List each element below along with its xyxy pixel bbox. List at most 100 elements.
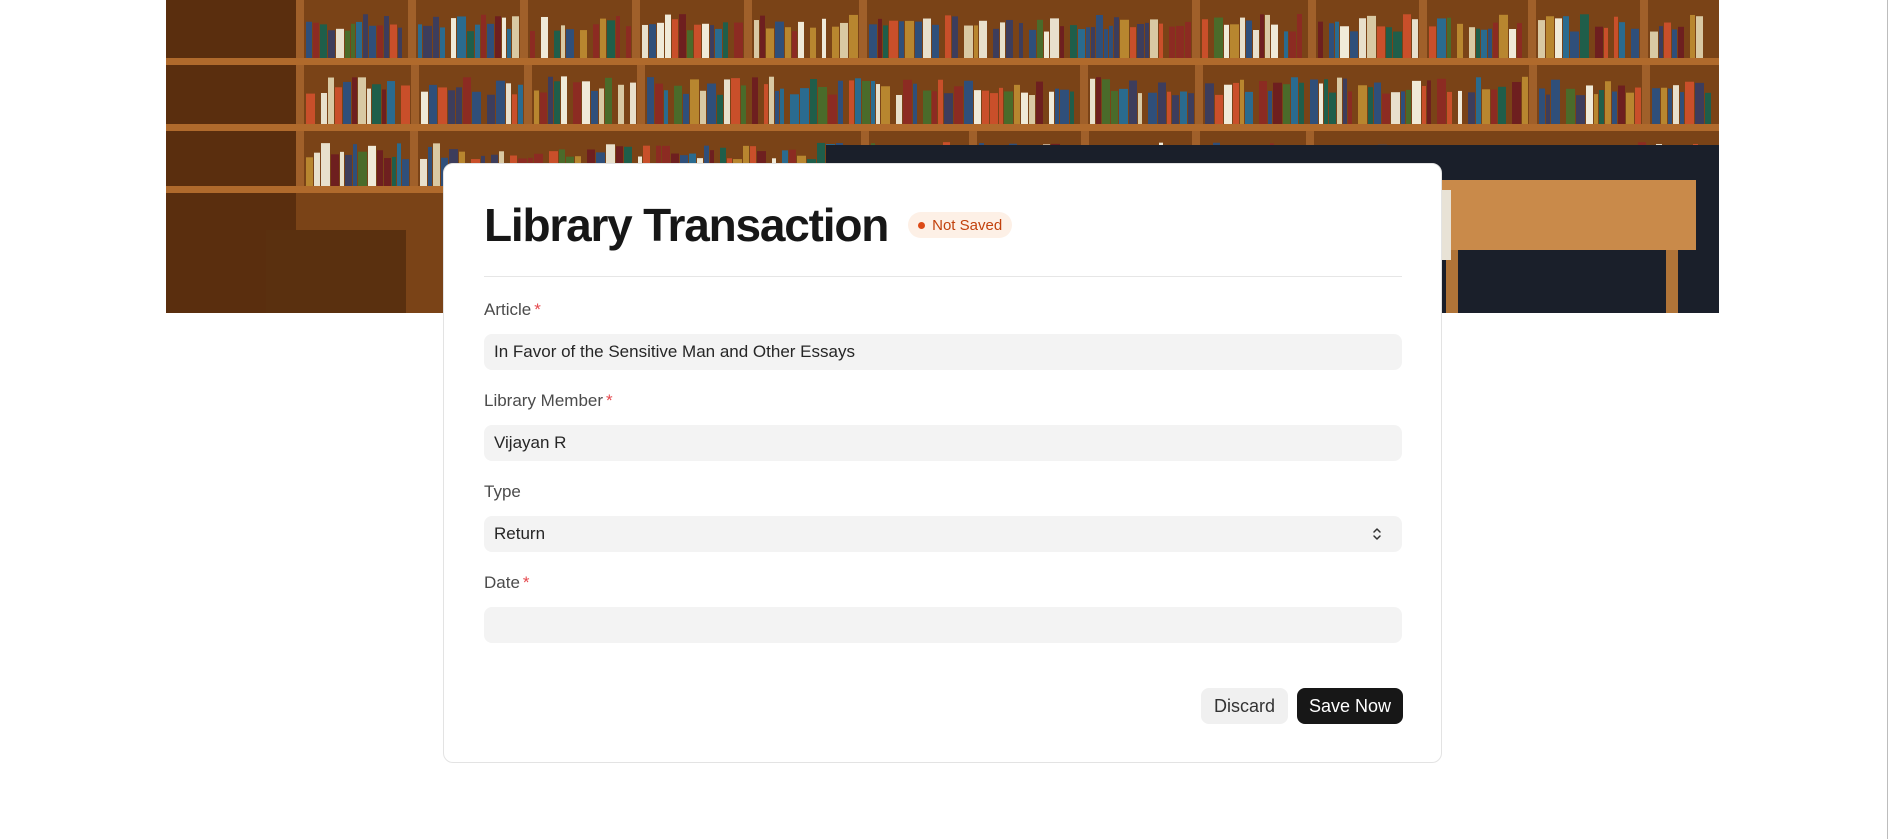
banner-book bbox=[1091, 27, 1095, 58]
type-select[interactable]: Return bbox=[484, 516, 1402, 552]
banner-divider bbox=[524, 62, 532, 128]
banner-shelf-board bbox=[166, 58, 1719, 65]
banner-book bbox=[717, 94, 723, 124]
banner-book bbox=[313, 22, 319, 58]
banner-book bbox=[1539, 88, 1545, 124]
banner-book bbox=[945, 15, 951, 58]
banner-book bbox=[418, 24, 422, 59]
banner-book bbox=[1188, 93, 1194, 124]
banner-book bbox=[1391, 92, 1400, 124]
article-input[interactable]: In Favor of the Sensitive Man and Other … bbox=[484, 334, 1402, 370]
banner-book bbox=[923, 18, 931, 58]
page-title: Library Transaction bbox=[484, 199, 889, 251]
banner-book bbox=[944, 93, 953, 124]
banner-book bbox=[1491, 89, 1497, 124]
library-member-input[interactable]: Vijayan R bbox=[484, 425, 1402, 461]
banner-book bbox=[982, 90, 989, 124]
banner-book bbox=[345, 30, 350, 58]
banner-book bbox=[1086, 27, 1090, 58]
banner-book bbox=[448, 90, 455, 124]
scrollbar-edge bbox=[1887, 0, 1888, 839]
banner-book bbox=[710, 25, 714, 58]
banner-book bbox=[343, 81, 351, 124]
banner-book bbox=[1029, 95, 1035, 124]
page: Library Transaction Not Saved Article * I… bbox=[0, 0, 1891, 839]
banner-book bbox=[1604, 27, 1608, 58]
banner-book bbox=[1180, 91, 1187, 124]
banner-book bbox=[580, 30, 587, 58]
banner-book bbox=[382, 89, 386, 124]
banner-book bbox=[1070, 25, 1077, 59]
banner-book bbox=[1551, 79, 1560, 124]
banner-book bbox=[1329, 92, 1336, 124]
banner-divider bbox=[1080, 62, 1088, 128]
banner-book bbox=[306, 21, 312, 58]
banner-book bbox=[1403, 14, 1411, 59]
banner-book bbox=[1619, 22, 1625, 58]
banner-book bbox=[1036, 81, 1043, 124]
banner-book bbox=[913, 83, 917, 124]
status-dot-icon bbox=[918, 221, 926, 229]
banner-book bbox=[1205, 83, 1214, 124]
banner-book bbox=[502, 17, 506, 58]
banner-book bbox=[1563, 16, 1569, 58]
banner-book bbox=[775, 21, 784, 58]
article-label: Article * bbox=[484, 298, 1402, 322]
banner-book bbox=[702, 23, 709, 58]
banner-book bbox=[1283, 84, 1290, 124]
banner-book bbox=[463, 77, 471, 124]
required-mark: * bbox=[522, 573, 530, 592]
banner-book bbox=[694, 24, 701, 58]
title-row: Library Transaction Not Saved bbox=[484, 198, 1013, 252]
banner-book bbox=[320, 24, 327, 58]
banner-book bbox=[306, 157, 313, 186]
banner-book bbox=[1260, 14, 1264, 58]
banner-book bbox=[1498, 86, 1506, 124]
banner-book bbox=[1265, 14, 1270, 59]
article-label-text: Article bbox=[484, 300, 532, 319]
banner-book bbox=[1476, 28, 1480, 58]
banner-book bbox=[1350, 31, 1358, 58]
banner-book bbox=[1695, 82, 1704, 124]
banner-book bbox=[1284, 31, 1288, 58]
banner-book bbox=[1659, 26, 1663, 58]
banner-book bbox=[433, 16, 439, 58]
banner-book bbox=[321, 92, 327, 124]
banner-book bbox=[340, 151, 344, 186]
banner-book bbox=[785, 27, 791, 58]
banner-book bbox=[451, 18, 456, 58]
banner-book bbox=[657, 22, 664, 58]
banner-book bbox=[1060, 26, 1064, 58]
banner-book bbox=[840, 22, 848, 58]
save-now-button[interactable]: Save Now bbox=[1297, 688, 1403, 724]
discard-button[interactable]: Discard bbox=[1201, 688, 1288, 724]
banner-book bbox=[392, 156, 396, 186]
banner-divider bbox=[296, 62, 304, 128]
banner-book bbox=[1167, 91, 1171, 124]
date-input[interactable] bbox=[484, 607, 1402, 643]
banner-book bbox=[1224, 84, 1232, 124]
banner-book bbox=[810, 27, 816, 58]
banner-book bbox=[573, 82, 581, 124]
banner-book bbox=[1050, 18, 1059, 58]
banner-book bbox=[1685, 81, 1694, 124]
banner-book bbox=[741, 85, 746, 124]
banner-book bbox=[1493, 22, 1498, 59]
banner-book bbox=[731, 78, 740, 124]
banner-book bbox=[724, 79, 730, 124]
banner-book bbox=[1019, 23, 1023, 58]
banner-book bbox=[769, 76, 774, 124]
banner-book bbox=[1297, 14, 1302, 59]
banner-book bbox=[1259, 81, 1267, 124]
banner-book bbox=[1429, 26, 1436, 58]
banner-book bbox=[974, 90, 981, 124]
banner-book bbox=[582, 81, 590, 124]
banner-book bbox=[964, 25, 973, 58]
banner-book bbox=[932, 24, 939, 58]
banner-book bbox=[1555, 18, 1562, 58]
banner-book bbox=[952, 16, 958, 58]
banner-book bbox=[999, 87, 1003, 124]
banner-divider bbox=[1528, 0, 1536, 62]
banner-book bbox=[420, 158, 427, 186]
banner-book bbox=[1427, 80, 1431, 124]
